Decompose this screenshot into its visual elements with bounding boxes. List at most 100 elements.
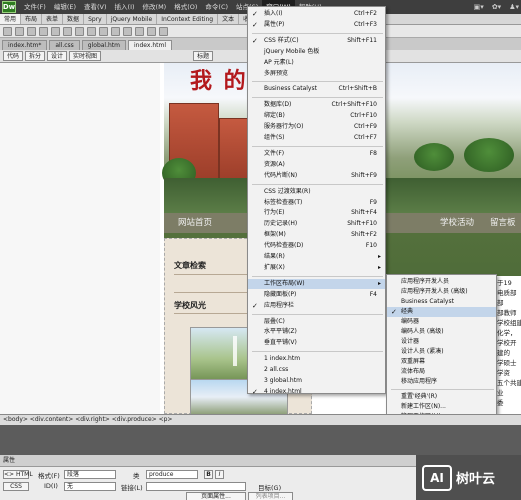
- insert-tab-2[interactable]: 表单: [42, 14, 64, 24]
- image-icon[interactable]: [63, 26, 72, 36]
- window-menu-item[interactable]: 应用程序栏 ✓: [248, 301, 385, 311]
- window-menu-item[interactable]: 历史记录(H) Shift+F10: [248, 219, 385, 229]
- window-menu-item[interactable]: jQuery Mobile 色板: [248, 47, 385, 57]
- insert-tab-7[interactable]: 文本: [218, 14, 240, 24]
- doc-tab-0[interactable]: index.htm*: [2, 40, 48, 50]
- window-menu-item[interactable]: 组件(S) Ctrl+F7: [248, 133, 385, 143]
- window-menu-item[interactable]: 扩展(X) ▸: [248, 263, 385, 273]
- workspace-menu-item[interactable]: 设计人员 (紧凑): [387, 347, 496, 357]
- workspace-menu-item[interactable]: 移动应用程序: [387, 377, 496, 387]
- workspace-menu-item[interactable]: 设计器: [387, 337, 496, 347]
- insert-tab-0[interactable]: 常用: [0, 14, 22, 24]
- workspace-menu-item[interactable]: 应用程序开发人员: [387, 277, 496, 287]
- view-button-3[interactable]: 实时视图: [69, 51, 102, 61]
- window-menu-item[interactable]: Business Catalyst Ctrl+Shift+B: [248, 84, 385, 94]
- window-menu-item[interactable]: 代码片断(N) Shift+F9: [248, 171, 385, 181]
- menubar-icon-1[interactable]: ✿▾: [492, 0, 501, 14]
- page-properties-button[interactable]: 页面属性...: [186, 492, 246, 500]
- menu-6[interactable]: 命令(C): [201, 0, 232, 14]
- view-button-1[interactable]: 拆分: [25, 51, 46, 61]
- head-icon[interactable]: [123, 26, 132, 36]
- menu-1[interactable]: 编辑(E): [50, 0, 80, 14]
- class-select[interactable]: produce: [146, 470, 198, 479]
- insert-tab-1[interactable]: 布局: [21, 14, 43, 24]
- window-menu-item[interactable]: 工作区布局(W) ▸: [248, 278, 385, 289]
- window-menu-item[interactable]: 绑定(B) Ctrl+F10: [248, 111, 385, 121]
- media-icon[interactable]: [75, 26, 84, 36]
- hyperlink-icon[interactable]: [3, 26, 12, 36]
- italic-button[interactable]: I: [215, 470, 224, 479]
- id-select[interactable]: 无: [64, 482, 116, 491]
- window-menu-item[interactable]: 服务器行为(O) Ctrl+F9: [248, 122, 385, 132]
- workspace-menu-item[interactable]: 编码人员 (高级): [387, 327, 496, 337]
- tag-chooser-icon[interactable]: [159, 26, 168, 36]
- template-icon[interactable]: [147, 26, 156, 36]
- nav-item-guestbook[interactable]: 留言板: [490, 213, 516, 233]
- menubar-icon-2[interactable]: ♟▾: [509, 0, 519, 14]
- window-menu-item[interactable]: 结果(R) ▸: [248, 252, 385, 262]
- script-icon[interactable]: [135, 26, 144, 36]
- html-mode-button[interactable]: <> HTML: [3, 470, 33, 479]
- window-menu-item[interactable]: 文件(F) F8: [248, 149, 385, 159]
- window-menu-item[interactable]: CSS 过渡效果(R): [248, 187, 385, 197]
- table-icon[interactable]: [39, 26, 48, 36]
- tag-selector[interactable]: <body> <div.content> <div.right> <div.pr…: [0, 414, 521, 425]
- workspace-menu-item[interactable]: Business Catalyst: [387, 297, 496, 307]
- window-menu-item[interactable]: 层叠(C): [248, 317, 385, 327]
- nav-item-home[interactable]: 网站首页: [178, 213, 212, 233]
- menubar-icon-0[interactable]: ▣▾: [474, 0, 484, 14]
- window-menu-item[interactable]: AP 元素(L): [248, 58, 385, 68]
- workspace-menu-item[interactable]: 应用程序开发人员 (高级): [387, 287, 496, 297]
- workspace-menu-item[interactable]: 新建工作区(N)...: [387, 402, 496, 412]
- workspace-menu-item[interactable]: 编码器: [387, 317, 496, 327]
- window-menu-item[interactable]: 垂直平铺(V): [248, 338, 385, 348]
- view-button-2[interactable]: 设计: [47, 51, 68, 61]
- checkmark-icon: ✓: [252, 36, 258, 45]
- window-menu-item[interactable]: 代码检查器(D) F10: [248, 241, 385, 251]
- window-menu-item[interactable]: 行为(E) Shift+F4: [248, 208, 385, 218]
- menu-5[interactable]: 格式(O): [170, 0, 201, 14]
- doc-tab-3[interactable]: index.html: [128, 40, 173, 50]
- window-menu-item[interactable]: 数据库(D) Ctrl+Shift+F10: [248, 100, 385, 110]
- server-include-icon[interactable]: [99, 26, 108, 36]
- css-mode-button[interactable]: CSS: [3, 482, 29, 491]
- menu-3[interactable]: 插入(I): [111, 0, 139, 14]
- window-menu-item[interactable]: 多屏预览: [248, 69, 385, 79]
- window-menu-item[interactable]: 插入(I) ✓ Ctrl+F2: [248, 9, 385, 19]
- anchor-icon[interactable]: [27, 26, 36, 36]
- bold-button[interactable]: B: [204, 470, 213, 479]
- menu-0[interactable]: 文件(F): [20, 0, 50, 14]
- workspace-menu-item[interactable]: 重置'经典'(R): [387, 392, 496, 402]
- date-icon[interactable]: [87, 26, 96, 36]
- email-link-icon[interactable]: [15, 26, 24, 36]
- workspace-menu-item[interactable]: 流体布局: [387, 367, 496, 377]
- insert-tab-3[interactable]: 数据: [63, 14, 85, 24]
- menu-2[interactable]: 查看(V): [80, 0, 111, 14]
- window-menu-item[interactable]: 水平平铺(Z): [248, 327, 385, 337]
- window-menu-item[interactable]: CSS 样式(C) ✓ Shift+F11: [248, 36, 385, 46]
- nav-item-activities[interactable]: 学校活动: [440, 213, 474, 233]
- window-menu-item[interactable]: 标签检查器(T) F9: [248, 198, 385, 208]
- format-select[interactable]: 段落: [64, 470, 116, 479]
- workspace-menu-item[interactable]: 经典 ✓: [387, 307, 496, 317]
- insert-tab-6[interactable]: InContext Editing: [157, 14, 219, 24]
- doc-tab-1[interactable]: all.css: [49, 40, 80, 50]
- menu-4[interactable]: 修改(M): [139, 0, 171, 14]
- div-icon[interactable]: [51, 26, 60, 36]
- workspace-menu-item[interactable]: 双重屏幕: [387, 357, 496, 367]
- doc-tab-2[interactable]: global.htm: [81, 40, 127, 50]
- window-menu-item[interactable]: 1 index.htm: [248, 354, 385, 364]
- window-menu-item[interactable]: 框架(M) Shift+F2: [248, 230, 385, 240]
- insert-tab-4[interactable]: Spry: [84, 14, 107, 24]
- window-menu-item[interactable]: 3 global.htm: [248, 376, 385, 386]
- window-menu-item[interactable]: 隐藏面板(P) F4: [248, 290, 385, 300]
- view-button-0[interactable]: 代码: [3, 51, 24, 61]
- window-menu-item[interactable]: 资源(A): [248, 160, 385, 170]
- insert-tab-5[interactable]: jQuery Mobile: [107, 14, 158, 24]
- window-menu-item[interactable]: 2 all.css: [248, 365, 385, 375]
- window-menu-item[interactable]: 属性(P) ✓ Ctrl+F3: [248, 20, 385, 30]
- comment-icon[interactable]: [111, 26, 120, 36]
- window-menu-item[interactable]: 4 index.html ✓: [248, 387, 385, 397]
- link-input[interactable]: [146, 482, 246, 491]
- list-item-button[interactable]: 列表项目...: [248, 492, 293, 500]
